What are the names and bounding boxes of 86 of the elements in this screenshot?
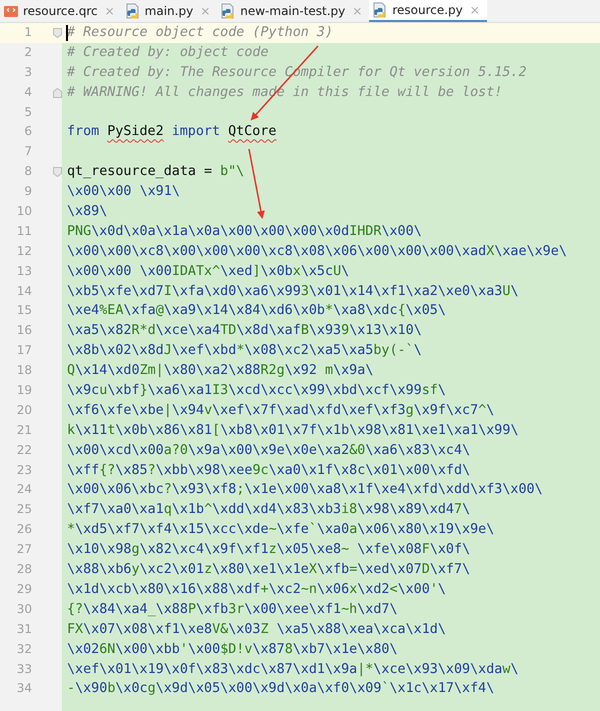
python-file-icon: [372, 2, 388, 18]
code-line: -\x90b\x0cg\x9d\x05\x00\x9d\x0a\xf0\x09`\x1c\x17\xf4\: [67, 680, 494, 698]
file-tab[interactable]: resource.qrc ×: [0, 0, 122, 22]
tab-label[interactable]: new-main-test.py: [240, 4, 346, 18]
line-number: 8: [24, 164, 32, 178]
line-number: 29: [16, 582, 32, 596]
python-file-icon: [124, 3, 141, 19]
code-line: \x00\x00 \x91\: [67, 183, 180, 202]
line-number: 34: [16, 681, 32, 696]
tab-label[interactable]: resource.py: [392, 3, 463, 17]
fold-icon[interactable]: [53, 28, 62, 38]
code-comment: # Created by: object code: [67, 44, 269, 62]
code-line: \xf6\xfe\xbe|\x94v\xef\x7f\xad\xfd\xef\xf3g\x9f\xc7^\: [67, 402, 494, 420]
line-number: 11: [16, 224, 32, 238]
python-file-icon: [220, 3, 236, 19]
text-cursor: [66, 25, 68, 41]
code-line: \x88\xb6y\xc2\x01z\x80\xe1\x1eX\xfb=\xed\x07D\xf7\: [67, 561, 470, 580]
code-line: \x00\x06\xbc?\x93\xf8;\x1e\x00\xa8\x1f\xe4\xfd\xdd\xf3\x00\: [67, 481, 543, 500]
fold-icon[interactable]: [53, 167, 62, 178]
code-line: \x00\x00\xc8\x00\x00\x00\xc8\x08\x06\x00\x00\x00\xadX\xae\x9e\: [67, 242, 567, 261]
line-number: 31: [16, 622, 32, 636]
code-line: \xff{?\x85?\xbb\x98\xee9c\xa0\x1f\x8c\x01\x00\xfd\: [67, 462, 470, 480]
file-icon: [3, 3, 19, 19]
code-line: FX\x07\x08\xf1\xe8V&\x03Z \xa5\x88\xea\xca\x1d\: [67, 620, 446, 639]
code-line: \x9cu\xbf}\xa6\xa1I3\xcd\xcc\x99\xbd\xcf\x99sf\: [67, 382, 446, 400]
code-line: *\xd5\xf7\xf4\x15\xcc\xde~\xfe`\xa0a\x06\x80\x19\x9e\: [67, 521, 494, 540]
line-number: 9: [24, 184, 32, 198]
line-number: 16: [16, 323, 32, 338]
line-number: 2: [24, 44, 32, 59]
line-number: 12: [16, 244, 32, 258]
line-number: 23: [16, 462, 32, 477]
line-number: 33: [16, 662, 32, 676]
code-line: k\x11t\x0b\x86\x81[\xb8\x01\x7f\x1b\x98\x81\xe1\xa1\x99\: [67, 422, 518, 440]
line-number: 14: [16, 284, 32, 298]
code-line: \x89\: [67, 203, 108, 222]
line-number: 7: [24, 144, 32, 158]
code-line: \x00\xcd\x00a?0\x9a\x00\x9e\x0e\xa2&0\xa6\x83\xc4\: [67, 442, 470, 460]
line-number: 32: [16, 642, 32, 656]
line-number: 4: [24, 84, 32, 99]
code-line: \x8b\x02\x8dJ\xef\xbd*\x08\xc2\xa5\xa5by(-`\: [67, 342, 422, 360]
code-line: PNG\x0d\x0a\x1a\x0a\x00\x00\x00\x0dIHDR\x00\: [67, 222, 422, 241]
fold-icon[interactable]: [53, 88, 62, 98]
code-line: \xa5\x82R*d\xce\xa4TD\x8d\xafB\x939\x13\x10\: [67, 322, 422, 340]
line-number: 21: [16, 422, 32, 437]
line-number: 6: [24, 124, 32, 138]
line-number: 3: [24, 64, 32, 79]
line-number: 20: [16, 402, 32, 417]
line-number: 18: [16, 363, 32, 378]
line-number: 25: [16, 502, 32, 516]
code-comment: # Resource object code (Python 3): [67, 24, 334, 42]
tab-label[interactable]: main.py: [144, 4, 194, 18]
code-line: \xf7\xa0\xa1q\x1b^\xdd\xd4\x83\xb3i8\x98\x89\xd47\: [67, 501, 470, 520]
code-line: \xb5\xfe\xd7I\xfa\xd0\xa6\x993\x01\x14\xf1\xa2\xe0\xa3U\: [67, 282, 518, 301]
file-tab[interactable]: new-main-test.py ×: [217, 0, 370, 22]
code-line: \x1d\xcb\x80\x16\x88\xdf+\xc2~n\x06x\xd2<\x00'\: [67, 580, 446, 599]
code-token: qt_resource_data: [67, 163, 196, 182]
file-tab[interactable]: main.py ×: [122, 0, 218, 22]
line-number: 28: [16, 562, 32, 576]
code-line: \xef\x01\x19\x0f\x83\xdc\x87\xd1\x9a|*\xce\x93\x09\xdaw\: [67, 660, 518, 678]
code-line: \x00\x00 \x00IDATx^\xed]\x0bx\x5cU\: [67, 262, 350, 281]
line-number: 24: [16, 482, 32, 496]
line-number: 1: [24, 25, 32, 39]
code-line: \xe4%EA\xfa@\xa9\x14\x84\xd6\x0b*\xa8\xdc{\x05\: [67, 302, 446, 320]
line-number: 22: [16, 442, 32, 457]
code-token: PySide2: [107, 123, 164, 142]
code-token: QtCore: [228, 123, 276, 142]
code-line: Q\x14\xd0Zm|\x80\xa2\x88R2g\x92 m\x9a\: [67, 362, 374, 380]
line-number: 5: [24, 104, 32, 119]
line-number: 30: [16, 602, 32, 616]
line-number: 19: [16, 383, 32, 398]
line-number: 26: [16, 522, 32, 536]
line-number: 15: [16, 303, 32, 318]
code-token: from: [67, 123, 100, 142]
code-token: import: [172, 123, 220, 142]
code-token: =: [204, 163, 212, 182]
annotation-arrow: [248, 148, 265, 219]
code-line: \x10\x98g\x82\xc4\x9f\xf1z\x05\xe8~ \xfe\x08F\x0f\: [67, 541, 470, 560]
line-number: 17: [16, 343, 32, 358]
code-line: \x026N\x00\xbb'\x00$D!v\x878\xb7\x1e\x80\: [67, 640, 398, 659]
line-number: 13: [16, 264, 32, 278]
tab-label[interactable]: resource.qrc: [23, 4, 98, 18]
file-tab[interactable]: resource.py ×: [369, 0, 487, 22]
line-number: 10: [16, 204, 32, 218]
code-line: {?\x84\xa4_\x88P\xfb3r\x00\xee\xf1~h\xd7\: [67, 600, 398, 619]
code-token: b"\: [220, 163, 244, 182]
line-number: 27: [16, 542, 32, 556]
